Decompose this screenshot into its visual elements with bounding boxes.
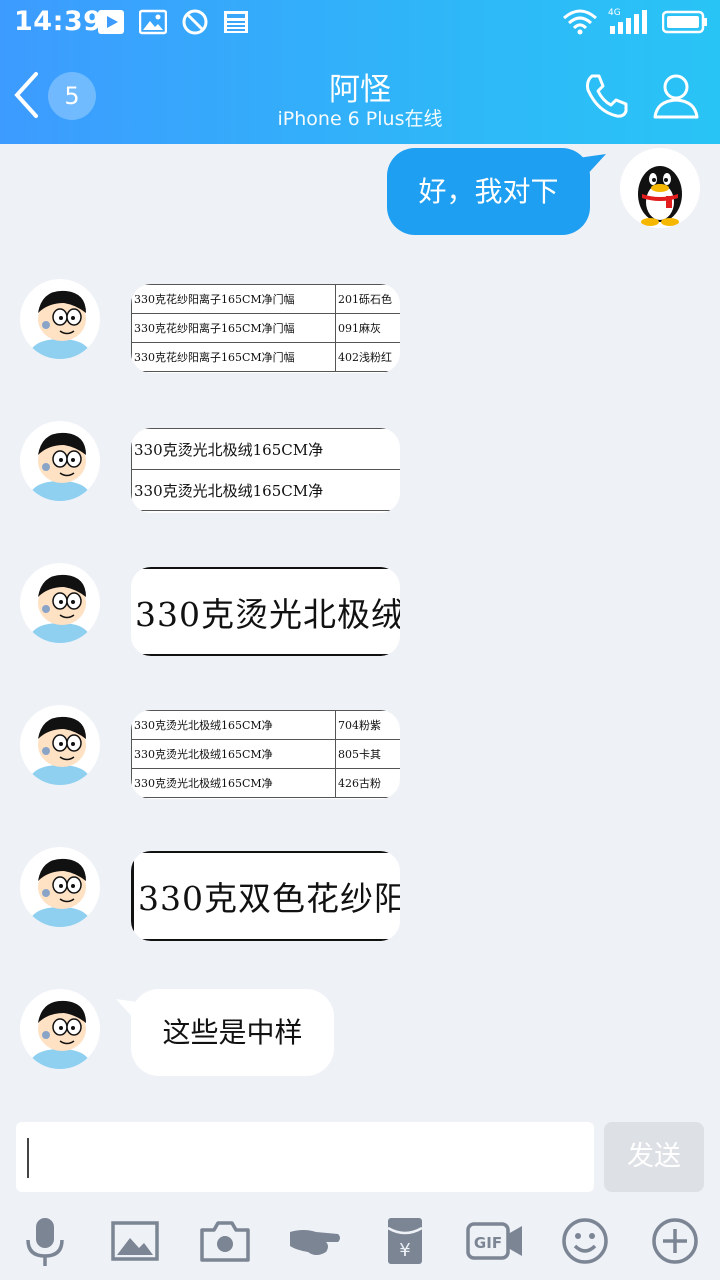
gif-label: GIF: [474, 1234, 502, 1252]
table-row: 330克烫光北极绒165CM净 704粉紫: [131, 710, 400, 740]
contact-avatar[interactable]: [20, 705, 100, 785]
table-cell: 330克花纱阳离子165CM净门幅: [131, 284, 336, 314]
microphone-icon[interactable]: [16, 1212, 74, 1270]
camera-icon[interactable]: [196, 1212, 254, 1270]
gif-icon[interactable]: GIF: [466, 1212, 524, 1270]
cartoon-boy-icon: [28, 1000, 92, 1069]
enlarged-text-image: 330克烫光北极绒: [131, 567, 400, 656]
image-message-table[interactable]: 330克花纱阳离子165CM净门幅 201砾石色 330克花纱阳离子165CM净…: [131, 284, 400, 373]
contact-avatar[interactable]: [20, 563, 100, 643]
outgoing-message-bubble[interactable]: 好，我对下: [387, 148, 590, 235]
red-packet-icon[interactable]: ¥: [376, 1212, 434, 1270]
message-list[interactable]: 好，我对下 330克花纱阳离子165CM净门幅 201砾石色 330克花纱阳离子…: [0, 144, 720, 1110]
plus-icon[interactable]: [646, 1212, 704, 1270]
table-row: 330克烫光北极绒165CM净 805卡其: [131, 739, 400, 769]
table-cell: 330克烫光北极绒165CM净: [131, 739, 336, 769]
gallery-icon: [139, 9, 167, 35]
table-row: 330克花纱阳离子165CM净门幅 091麻灰: [131, 313, 400, 343]
table-cell: 330克烫光北极绒165CM净: [131, 768, 336, 798]
do-not-disturb-icon: [182, 9, 208, 35]
table-cell: 704粉紫: [335, 710, 400, 740]
table-cell: 091麻灰: [335, 313, 400, 343]
bubble-tail: [578, 154, 606, 178]
table-cell: 402浅粉红: [335, 342, 400, 372]
table-cell: 330克烫光北极绒165CM净: [131, 710, 336, 740]
cartoon-boy-icon: [28, 290, 92, 359]
wifi-icon: [563, 9, 597, 35]
input-bar: 发送 ¥ GIF: [0, 1110, 720, 1280]
table-cell: 330克烫光北极绒165CM净: [131, 469, 400, 511]
chat-header: 14:39 4G 5 阿怪 iPhone 6 Plus在线: [0, 0, 720, 144]
table-row: 330克烫光北极绒165CM净: [131, 469, 400, 511]
play-store-icon: [98, 10, 124, 34]
enlarged-text-image: 330克双色花纱阳: [131, 851, 400, 941]
table-row: 330克花纱阳离子165CM净门幅 402浅粉红: [131, 342, 400, 372]
table-image: 330克花纱阳离子165CM净门幅 201砾石色 330克花纱阳离子165CM净…: [131, 284, 400, 372]
table-cell: 805卡其: [335, 739, 400, 769]
table-row: 330克烫光北极绒165CM净 426古粉: [131, 768, 400, 798]
image-icon[interactable]: [106, 1212, 164, 1270]
image-message-table[interactable]: 330克烫光北极绒165CM净 704粉紫 330克烫光北极绒165CM净 80…: [131, 710, 400, 799]
incoming-message-bubble[interactable]: 这些是中样: [131, 989, 334, 1076]
table-image: 330克烫光北极绒165CM净 330克烫光北极绒165CM净: [131, 428, 400, 511]
phone-icon[interactable]: [580, 70, 632, 122]
poke-icon[interactable]: [286, 1212, 344, 1270]
contact-avatar[interactable]: [20, 989, 100, 1069]
svg-text:¥: ¥: [399, 1240, 410, 1261]
image-message-text[interactable]: 330克烫光北极绒: [131, 567, 400, 656]
nav-bar: 5 阿怪 iPhone 6 Plus在线: [0, 50, 720, 144]
contact-avatar[interactable]: [20, 847, 100, 927]
image-message-text[interactable]: 330克双色花纱阳: [131, 851, 400, 941]
table-cell: 330克烫光北极绒165CM净: [131, 428, 400, 470]
my-avatar[interactable]: [620, 148, 700, 228]
person-icon[interactable]: [650, 70, 702, 122]
table-cell: 201砾石色: [335, 284, 400, 314]
status-time: 14:39: [14, 6, 103, 37]
table-cell: 330克花纱阳离子165CM净门幅: [131, 342, 336, 372]
image-message-table[interactable]: 330克烫光北极绒165CM净 330克烫光北极绒165CM净: [131, 428, 400, 513]
status-bar: 14:39 4G: [0, 0, 720, 44]
message-input[interactable]: [16, 1122, 594, 1192]
table-cell: 426古粉: [335, 768, 400, 798]
table-image: 330克烫光北极绒165CM净 704粉紫 330克烫光北极绒165CM净 80…: [131, 710, 400, 798]
cartoon-boy-icon: [28, 574, 92, 643]
text-cursor: [27, 1138, 29, 1178]
send-button[interactable]: 发送: [604, 1122, 704, 1192]
penguin-icon: [638, 166, 682, 226]
table-row: 330克烫光北极绒165CM净: [131, 428, 400, 470]
contact-avatar[interactable]: [20, 279, 100, 359]
emoji-icon[interactable]: [556, 1212, 614, 1270]
table-cell: 330克花纱阳离子165CM净门幅: [131, 313, 336, 343]
news-icon: [224, 11, 248, 33]
cartoon-boy-icon: [28, 432, 92, 501]
signal-icon: [610, 10, 647, 34]
cartoon-boy-icon: [28, 858, 92, 927]
battery-icon: [662, 10, 707, 34]
table-row: 330克花纱阳离子165CM净门幅 201砾石色: [131, 284, 400, 314]
cartoon-boy-icon: [28, 716, 92, 785]
contact-avatar[interactable]: [20, 421, 100, 501]
